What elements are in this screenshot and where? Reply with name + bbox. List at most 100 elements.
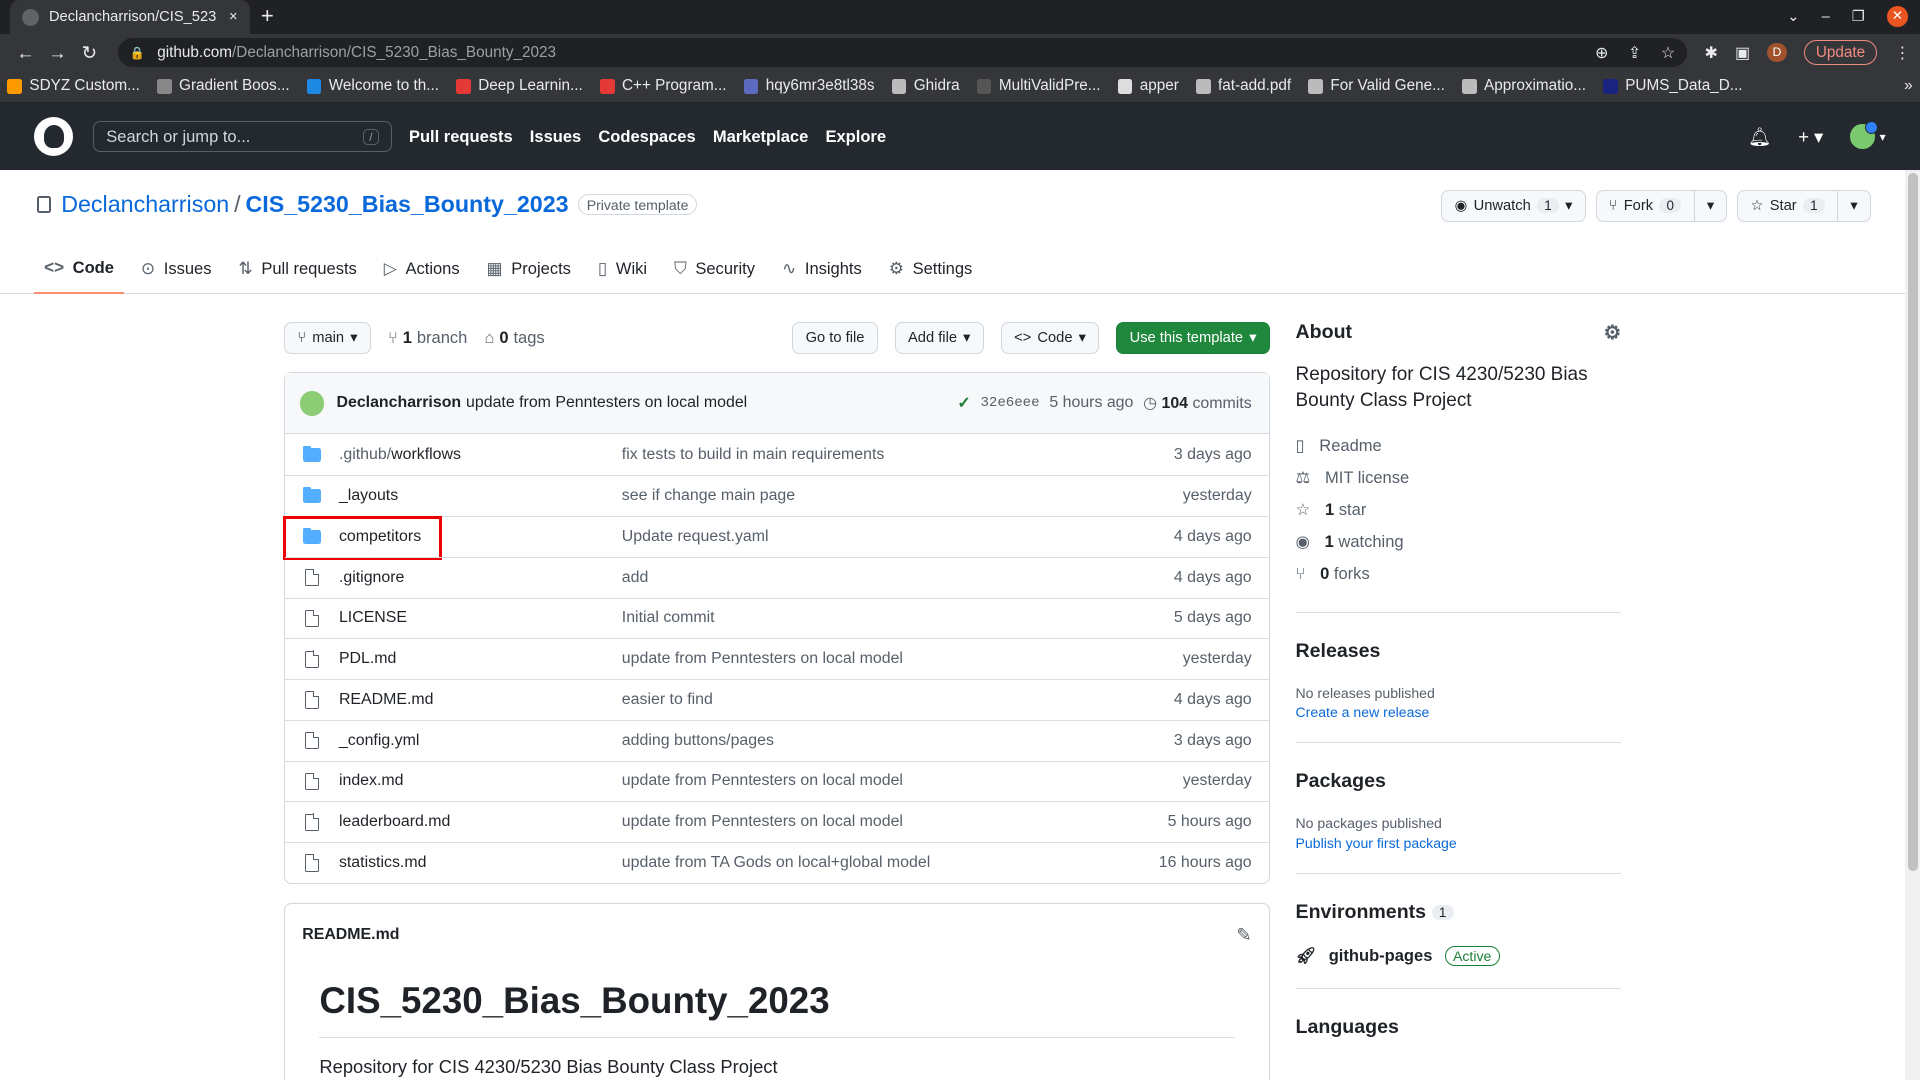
file-name-link[interactable]: _layouts: [339, 487, 622, 505]
user-menu[interactable]: ▾: [1850, 120, 1886, 149]
branch-select-button[interactable]: ⑂ main ▾: [284, 322, 371, 354]
bookmark-item[interactable]: For Valid Gene...: [1308, 77, 1445, 95]
bookmark-item[interactable]: apper: [1117, 77, 1179, 95]
tab-settings[interactable]: ⚙ Settings: [879, 244, 982, 294]
commit-message[interactable]: update from Penntesters on local model: [466, 394, 747, 412]
nav-issues[interactable]: Issues: [530, 127, 581, 147]
file-name-link[interactable]: LICENSE: [339, 609, 622, 627]
share-icon[interactable]: ⇪: [1628, 43, 1641, 63]
bookmark-item[interactable]: SDYZ Custom...: [7, 77, 140, 95]
file-commit-message[interactable]: add: [622, 569, 1174, 587]
tab-actions[interactable]: ▷ Actions: [374, 244, 469, 294]
tab-issues[interactable]: ⊙ Issues: [131, 244, 221, 294]
file-commit-message[interactable]: see if change main page: [622, 487, 1183, 505]
check-icon[interactable]: ✓: [957, 393, 970, 413]
reload-icon[interactable]: ↻: [73, 42, 105, 64]
commit-author[interactable]: Declancharrison: [336, 394, 461, 412]
file-commit-message[interactable]: Update request.yaml: [622, 528, 1174, 546]
star-button[interactable]: ☆ Star 1 ▾: [1737, 189, 1872, 222]
releases-heading[interactable]: Releases: [1296, 640, 1622, 663]
bookmark-item[interactable]: Welcome to th...: [306, 77, 439, 95]
github-logo-icon[interactable]: [34, 116, 74, 157]
license-link[interactable]: ⚖ MIT license: [1296, 462, 1622, 494]
create-release-link[interactable]: Create a new release: [1296, 704, 1622, 720]
forks-link[interactable]: ⑂ 0 forks: [1296, 558, 1622, 590]
nav-pull-requests[interactable]: Pull requests: [409, 127, 513, 147]
go-to-file-button[interactable]: Go to file: [792, 322, 878, 354]
notifications-bell-icon[interactable]: 🔔︎: [1748, 126, 1771, 148]
fork-button[interactable]: ⑂ Fork 0 ▾: [1595, 189, 1728, 222]
new-tab-button[interactable]: +: [261, 4, 274, 27]
address-bar[interactable]: 🔒 github.com/Declancharrison/CIS_5230_Bi…: [117, 37, 1688, 68]
environment-item[interactable]: 🚀︎ github-pages Active: [1296, 946, 1622, 967]
minimize-icon[interactable]: –: [1822, 9, 1830, 25]
file-name-link[interactable]: PDL.md: [339, 650, 622, 668]
create-new-plus-icon[interactable]: + ▾: [1798, 126, 1823, 148]
file-commit-message[interactable]: update from Penntesters on local model: [622, 650, 1183, 668]
tab-wiki[interactable]: ▯ Wiki: [588, 244, 657, 294]
window-close-icon[interactable]: ✕: [1886, 6, 1908, 27]
nav-explore[interactable]: Explore: [825, 127, 886, 147]
use-this-template-button[interactable]: Use this template ▾: [1116, 322, 1270, 354]
readme-link[interactable]: ▯ Readme: [1296, 431, 1622, 463]
nav-codespaces[interactable]: Codespaces: [598, 127, 695, 147]
repo-name-link[interactable]: CIS_5230_Bias_Bounty_2023: [245, 191, 568, 218]
code-button[interactable]: <> Code ▾: [1000, 322, 1100, 354]
commits-link[interactable]: ◷ 104 commits: [1143, 393, 1252, 413]
lock-icon[interactable]: 🔒: [130, 46, 145, 60]
file-commit-message[interactable]: update from Penntesters on local model: [622, 772, 1183, 790]
profile-avatar[interactable]: D: [1767, 42, 1787, 63]
forward-icon[interactable]: →: [42, 42, 74, 64]
file-name-link[interactable]: statistics.md: [339, 854, 622, 872]
file-name-link[interactable]: index.md: [339, 772, 622, 790]
bookmark-item[interactable]: Ghidra: [891, 77, 960, 95]
zoom-icon[interactable]: ⊕: [1595, 43, 1608, 63]
pencil-icon[interactable]: ✎: [1236, 924, 1251, 946]
nav-marketplace[interactable]: Marketplace: [713, 127, 808, 147]
branches-link[interactable]: ⑂ 1 branch: [388, 328, 467, 348]
publish-package-link[interactable]: Publish your first package: [1296, 835, 1622, 851]
unwatch-button[interactable]: ◉ Unwatch 1 ▾: [1441, 189, 1586, 222]
search-input[interactable]: Search or jump to... /: [93, 120, 392, 153]
file-commit-message[interactable]: Initial commit: [622, 609, 1174, 627]
commit-sha[interactable]: 32e6eee: [980, 395, 1039, 411]
bookmark-item[interactable]: PUMS_Data_D...: [1603, 77, 1743, 95]
page-scrollbar[interactable]: [1905, 170, 1920, 1080]
file-commit-message[interactable]: easier to find: [622, 691, 1174, 709]
readme-filename[interactable]: README.md: [302, 926, 399, 944]
fork-dropdown[interactable]: ▾: [1693, 190, 1727, 221]
stars-link[interactable]: ☆ 1 star: [1296, 494, 1622, 526]
bookmarks-overflow-icon[interactable]: »: [1904, 77, 1913, 95]
tab-close-icon[interactable]: ×: [229, 9, 238, 25]
bookmark-item[interactable]: fat-add.pdf: [1196, 77, 1291, 95]
packages-heading[interactable]: Packages: [1296, 770, 1622, 793]
tags-link[interactable]: ⌂ 0 tags: [484, 328, 544, 348]
repo-owner-link[interactable]: Declancharrison: [61, 191, 229, 218]
file-name-link[interactable]: .github/workflows: [339, 446, 622, 464]
environments-heading[interactable]: Environments 1: [1296, 901, 1622, 924]
tab-code[interactable]: <> Code: [34, 244, 124, 294]
bookmark-item[interactable]: C++ Program...: [599, 77, 727, 95]
browser-menu-icon[interactable]: ⋮: [1894, 43, 1910, 63]
bookmark-item[interactable]: Approximatio...: [1461, 77, 1586, 95]
file-commit-message[interactable]: update from Penntesters on local model: [622, 813, 1168, 831]
tab-search-icon[interactable]: ⌄: [1787, 8, 1799, 25]
file-name-link[interactable]: _config.yml: [339, 732, 622, 750]
side-panel-icon[interactable]: ▣: [1735, 43, 1750, 63]
file-commit-message[interactable]: update from TA Gods on local+global mode…: [622, 854, 1159, 872]
tab-projects[interactable]: ▦ Projects: [477, 244, 581, 294]
gear-icon[interactable]: ⚙: [1604, 321, 1622, 345]
file-commit-message[interactable]: adding buttons/pages: [622, 732, 1174, 750]
watching-link[interactable]: ◉ 1 watching: [1296, 526, 1622, 558]
browser-update-button[interactable]: Update: [1803, 40, 1878, 66]
author-avatar[interactable]: [299, 391, 325, 416]
file-name-link[interactable]: .gitignore: [339, 569, 622, 587]
bookmark-item[interactable]: Deep Learnin...: [456, 77, 583, 95]
bookmark-item[interactable]: Gradient Boos...: [157, 77, 290, 95]
restore-icon[interactable]: ❐: [1852, 8, 1865, 25]
file-name-link[interactable]: leaderboard.md: [339, 813, 622, 831]
add-file-button[interactable]: Add file ▾: [894, 322, 984, 354]
extensions-icon[interactable]: ✱: [1704, 43, 1717, 63]
tab-security[interactable]: ⛉ Security: [664, 244, 765, 294]
back-icon[interactable]: ←: [10, 42, 42, 64]
